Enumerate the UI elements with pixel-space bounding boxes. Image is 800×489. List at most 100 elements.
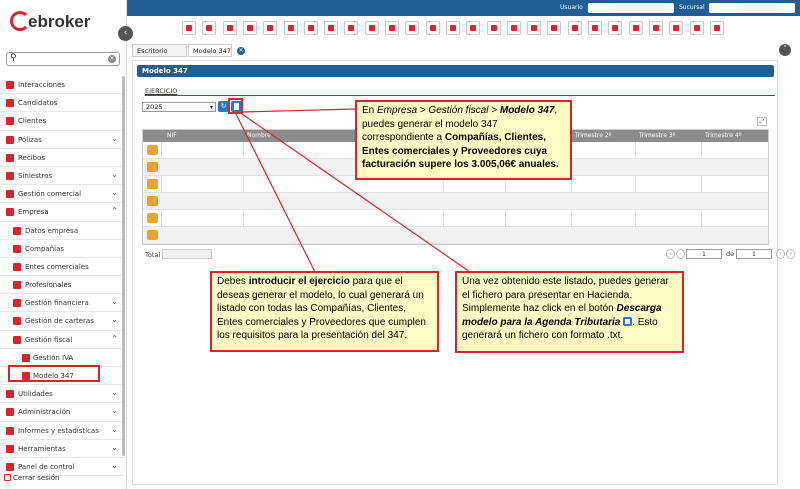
total-label: Total — [145, 251, 161, 259]
sidebar-item-label: Compañías — [25, 244, 65, 253]
toolbar-button[interactable] — [283, 21, 298, 35]
col-nombre[interactable]: Nombre — [247, 132, 271, 139]
toolbar-button[interactable] — [445, 21, 460, 35]
toolbar-button[interactable] — [182, 21, 196, 35]
document-icon — [6, 135, 14, 144]
usuario-field[interactable] — [588, 3, 674, 13]
sidebar-item-recibos[interactable]: Recibos — [0, 149, 124, 167]
col-trimestre-2[interactable]: Trimestre 2º — [575, 132, 612, 139]
sidebar-item-siniestros[interactable]: Siniestros ⌄ — [0, 167, 124, 186]
col-nif[interactable]: NIF — [167, 132, 177, 139]
toolbar-button[interactable] — [242, 21, 257, 35]
toolbar-button[interactable] — [385, 21, 399, 35]
table-row[interactable] — [143, 227, 768, 244]
chevron-down-icon[interactable]: ⌄ — [111, 170, 118, 179]
sidebar-item-gestión-de-carteras[interactable]: Gestión de carteras ⌄ — [0, 312, 124, 331]
sidebar-item-informes-y-estadísticas[interactable]: Informes y estadísticas ⌄ — [0, 422, 124, 440]
row-detail-icon[interactable] — [147, 213, 158, 223]
toolbar-button[interactable] — [547, 21, 562, 35]
chevron-down-icon[interactable]: ⌄ — [111, 443, 118, 452]
toolbar-button[interactable] — [527, 21, 542, 35]
chevron-down-icon[interactable]: ⌄ — [111, 461, 118, 470]
chevron-down-icon[interactable]: ⌄ — [111, 388, 118, 397]
toolbar-button[interactable] — [405, 21, 420, 35]
toolbar-expand-button[interactable]: ˅ — [779, 44, 791, 56]
logout-link[interactable]: Cerrar sesión — [4, 474, 59, 482]
toolbar-button[interactable] — [486, 21, 501, 35]
col-trimestre-4[interactable]: Trimestre 4º — [705, 132, 742, 139]
clear-search-icon[interactable]: × — [108, 55, 116, 63]
ejercicio-select[interactable]: 2025 ▾ — [142, 102, 216, 112]
last-page-icon[interactable]: » — [786, 249, 795, 259]
chevron-up-icon[interactable]: ⌃ — [111, 334, 118, 343]
callout-emphasis: introducir el ejercicio — [248, 276, 350, 287]
sidebar-item-entes-comerciales[interactable]: Entes comerciales — [0, 258, 124, 277]
page-input[interactable]: 1 — [686, 249, 722, 259]
chevron-down-icon[interactable]: ⌄ — [111, 297, 118, 306]
chevron-down-icon[interactable]: ⌄ — [111, 406, 118, 415]
toolbar-button[interactable] — [628, 21, 643, 35]
toolbar-button[interactable] — [222, 21, 237, 35]
toolbar-button[interactable] — [324, 21, 339, 35]
callout-path: Empresa > Gestión fiscal > — [377, 105, 500, 116]
chevron-up-icon[interactable]: ⌃ — [111, 206, 118, 215]
row-detail-icon[interactable] — [147, 179, 158, 189]
toolbar-button[interactable] — [506, 21, 521, 35]
table-row[interactable] — [143, 193, 768, 210]
toolbar-button[interactable] — [303, 21, 318, 35]
toolbar-button[interactable] — [466, 21, 481, 35]
row-detail-icon[interactable] — [147, 162, 158, 172]
callout-text: En — [362, 105, 378, 116]
next-page-icon[interactable]: › — [776, 249, 785, 259]
col-trimestre-3[interactable]: Trimestre 3º — [639, 132, 676, 139]
row-detail-icon[interactable] — [147, 230, 158, 240]
collapse-sidebar-button[interactable]: ‹ — [118, 26, 133, 41]
toolbar-button[interactable] — [567, 21, 582, 35]
search-box[interactable]: ⚲ × — [6, 52, 120, 66]
chevron-down-icon[interactable]: ⌄ — [111, 134, 118, 143]
sidebar-item-profesionales[interactable]: Profesionales — [0, 276, 124, 295]
toolbar-button[interactable] — [608, 21, 623, 35]
toolbar-button[interactable] — [202, 21, 217, 35]
sidebar-item-herramientas[interactable]: Herramientas ⌄ — [0, 440, 124, 458]
sidebar-item-interacciones[interactable]: Interacciones — [0, 76, 124, 95]
sidebar-item-utilidades[interactable]: Utilidades ⌄ — [0, 385, 124, 404]
chevron-down-icon[interactable]: ⌄ — [111, 188, 118, 197]
toolbar-button[interactable] — [689, 21, 704, 35]
prev-page-icon[interactable]: ‹ — [676, 249, 685, 259]
panel-title: Modelo 347 — [137, 65, 774, 77]
table-row[interactable] — [143, 210, 768, 227]
sidebar-item-compañías[interactable]: Compañías — [0, 240, 124, 258]
toolbar-button[interactable] — [364, 21, 379, 35]
sidebar-item-gestión-comercial[interactable]: Gestión comercial ⌄ — [0, 185, 124, 204]
toolbar-button[interactable] — [669, 21, 684, 35]
close-tab-icon[interactable]: × — [237, 47, 245, 55]
sidebar-item-pólizas[interactable]: Pólizas ⌄ — [0, 131, 124, 149]
chevron-down-icon[interactable]: ⌄ — [111, 425, 118, 434]
toolbar-button[interactable] — [648, 21, 663, 35]
tab-escritorio[interactable]: Escritorio — [132, 44, 187, 57]
callout-modelo-347: En Empresa > Gestión fiscal > Modelo 347… — [355, 100, 572, 180]
sidebar-item-empresa[interactable]: Empresa ⌃ — [0, 203, 124, 222]
sidebar-item-candidatos[interactable]: Candidatos — [0, 94, 124, 113]
sidebar-item-administración[interactable]: Administración ⌄ — [0, 403, 124, 422]
sidebar-item-gestión-financiera[interactable]: Gestión financiera ⌄ — [0, 294, 124, 313]
search-input[interactable] — [19, 54, 107, 64]
row-detail-icon[interactable] — [147, 145, 158, 155]
toolbar-button[interactable] — [425, 21, 440, 35]
sidebar-item-datos-empresa[interactable]: Datos empresa — [0, 222, 124, 240]
sidebar-item-clientes[interactable]: Clientes — [0, 112, 124, 131]
toolbar-button[interactable] — [263, 21, 278, 35]
cart-icon — [6, 190, 14, 199]
tab-modelo-347[interactable]: Modelo 347 × — [188, 44, 245, 57]
row-detail-icon[interactable] — [147, 196, 158, 206]
toolbar-button[interactable] — [344, 21, 359, 35]
toolbar-button[interactable] — [588, 21, 602, 35]
first-page-icon[interactable]: « — [666, 249, 675, 259]
expand-icon[interactable]: ⤢ — [757, 117, 767, 126]
sidebar-item-gestión-fiscal[interactable]: Gestión fiscal ⌃ — [0, 331, 124, 349]
chevron-down-icon[interactable]: ⌄ — [111, 315, 118, 324]
sidebar-scrollbar[interactable] — [122, 76, 125, 456]
toolbar-button[interactable] — [709, 21, 724, 35]
sucursal-field[interactable] — [709, 3, 795, 13]
